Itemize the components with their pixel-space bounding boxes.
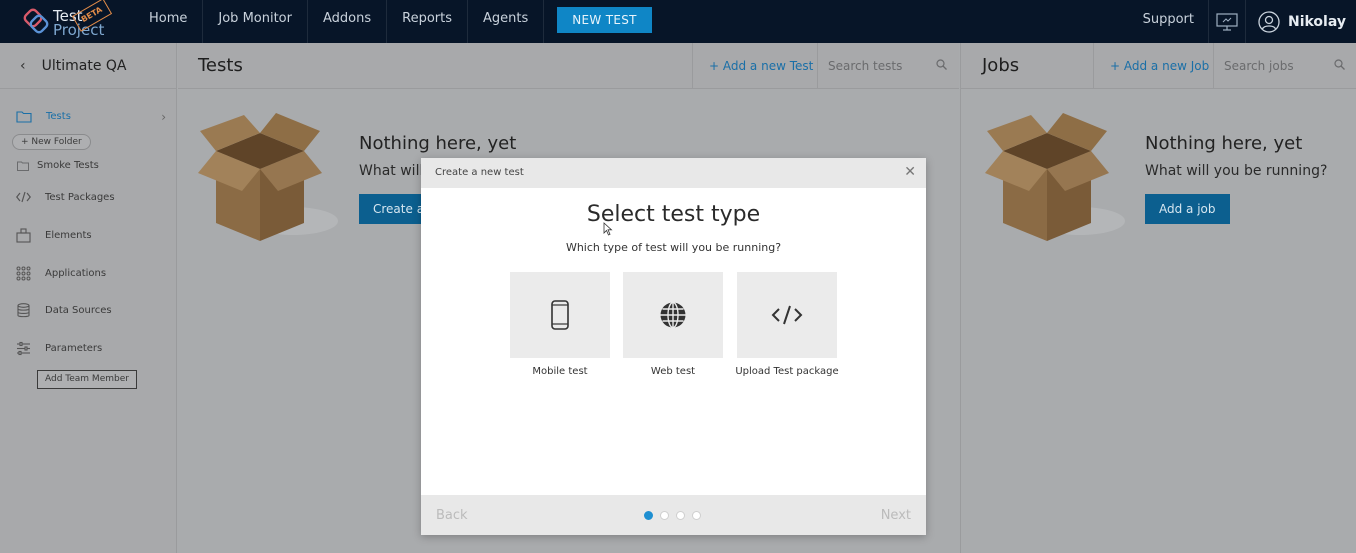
folder-icon	[16, 111, 32, 123]
mobile-test-tile[interactable]	[510, 272, 610, 358]
user-menu[interactable]: Nikolay	[1246, 10, 1356, 33]
sidebar-item-label: Test Packages	[45, 191, 115, 203]
step-dot-4	[692, 511, 701, 520]
nav-home[interactable]: Home	[134, 0, 204, 43]
upload-package-tile[interactable]	[737, 272, 837, 358]
sidebar-item-label: Elements	[45, 230, 92, 241]
back-chevron-icon[interactable]: ‹	[20, 58, 26, 74]
project-header: ‹ Ultimate QA	[0, 43, 176, 89]
modal-header: Create a new test ✕	[421, 158, 926, 188]
mobile-test-label[interactable]: Mobile test	[500, 366, 620, 377]
user-name: Nikolay	[1287, 13, 1346, 30]
monitor-button[interactable]	[1207, 0, 1246, 43]
new-folder-button[interactable]: + New Folder	[12, 134, 91, 150]
modal-header-title: Create a new test	[435, 167, 524, 178]
jobs-empty-subtitle: What will you be running?	[1145, 163, 1328, 179]
search-icon	[936, 59, 947, 70]
jobs-title: Jobs	[982, 55, 1020, 76]
tests-title: Tests	[198, 55, 243, 76]
tests-header: Tests + Add a new Test Search tests	[178, 43, 959, 89]
sidebar-item-test-packages[interactable]: Test Packages	[16, 191, 115, 203]
search-placeholder: Search jobs	[1224, 59, 1294, 73]
globe-icon	[660, 301, 686, 329]
jobs-panel: Jobs + Add a new Job Search jobs Nothing…	[960, 43, 1356, 553]
add-job-button[interactable]: Add a job	[1145, 194, 1230, 224]
logo-mark-icon	[23, 8, 49, 34]
nav-right: Support Nikolay	[1129, 0, 1356, 43]
project-name: Ultimate QA	[41, 57, 127, 74]
search-jobs-input[interactable]: Search jobs	[1213, 43, 1356, 89]
grid-icon	[16, 266, 31, 281]
add-team-member-button[interactable]: Add Team Member	[37, 370, 137, 389]
back-button[interactable]: Back	[436, 508, 468, 523]
new-test-button[interactable]: NEW TEST	[557, 7, 652, 33]
modal-footer: Back Next	[421, 495, 926, 535]
web-test-tile[interactable]	[623, 272, 723, 358]
next-button[interactable]: Next	[881, 508, 911, 523]
nav-job-monitor[interactable]: Job Monitor	[203, 0, 308, 43]
empty-box-illustration	[985, 113, 1125, 241]
tests-empty-title: Nothing here, yet	[359, 133, 517, 154]
folder-icon	[17, 161, 29, 171]
top-navbar: Test Project BETA Home Job Monitor Addon…	[0, 0, 1356, 43]
code-icon	[771, 305, 803, 325]
step-dot-3	[676, 511, 685, 520]
database-icon	[17, 303, 30, 318]
sidebar-item-label: Data Sources	[45, 305, 112, 316]
sidebar-item-tests[interactable]: Tests ›	[16, 109, 166, 124]
code-icon	[16, 191, 31, 203]
step-indicator	[644, 511, 708, 520]
user-avatar-icon	[1258, 10, 1280, 33]
sidebar: ‹ Ultimate QA Tests › + New Folder Smoke…	[0, 43, 177, 553]
folder-smoke-tests[interactable]: Smoke Tests	[17, 160, 99, 171]
add-new-test-link[interactable]: + Add a new Test	[692, 43, 818, 89]
add-new-job-link[interactable]: + Add a new Job	[1093, 43, 1214, 89]
sliders-icon	[17, 341, 30, 356]
sidebar-item-elements[interactable]: Elements	[16, 228, 92, 243]
mouse-cursor-icon	[603, 222, 613, 236]
step-dot-1	[644, 511, 653, 520]
sidebar-item-data-sources[interactable]: Data Sources	[16, 303, 112, 318]
sidebar-item-parameters[interactable]: Parameters	[16, 341, 102, 356]
folder-label: Smoke Tests	[37, 160, 99, 171]
sidebar-item-applications[interactable]: Applications	[16, 266, 106, 281]
search-icon	[1334, 59, 1345, 70]
create-test-modal: Create a new test ✕ Select test type Whi…	[421, 158, 926, 535]
nav-addons[interactable]: Addons	[308, 0, 388, 43]
sidebar-item-label: Parameters	[45, 343, 103, 354]
modal-subtitle: Which type of test will you be running?	[565, 241, 782, 254]
search-tests-input[interactable]: Search tests	[817, 43, 959, 89]
jobs-header: Jobs + Add a new Job Search jobs	[961, 43, 1356, 89]
testproject-logo[interactable]: Test Project BETA	[22, 0, 113, 39]
nav-agents[interactable]: Agents	[468, 0, 545, 43]
empty-box-illustration	[198, 113, 338, 241]
upload-package-label[interactable]: Upload Test package	[727, 366, 847, 377]
sidebar-item-label: Tests	[46, 111, 71, 122]
mobile-icon	[551, 300, 569, 330]
close-icon[interactable]: ✕	[904, 164, 916, 180]
support-link[interactable]: Support	[1129, 0, 1208, 43]
main-nav: Home Job Monitor Addons Reports Agents S…	[134, 0, 601, 43]
monitor-icon	[1216, 12, 1238, 31]
step-dot-2	[660, 511, 669, 520]
web-test-label[interactable]: Web test	[613, 366, 733, 377]
jobs-empty-title: Nothing here, yet	[1145, 133, 1303, 154]
sidebar-item-label: Applications	[45, 268, 107, 279]
chevron-right-icon: ›	[161, 109, 166, 124]
nav-reports[interactable]: Reports	[387, 0, 468, 43]
elements-icon	[16, 228, 31, 243]
search-placeholder: Search tests	[828, 59, 903, 73]
modal-title: Select test type	[586, 202, 761, 227]
